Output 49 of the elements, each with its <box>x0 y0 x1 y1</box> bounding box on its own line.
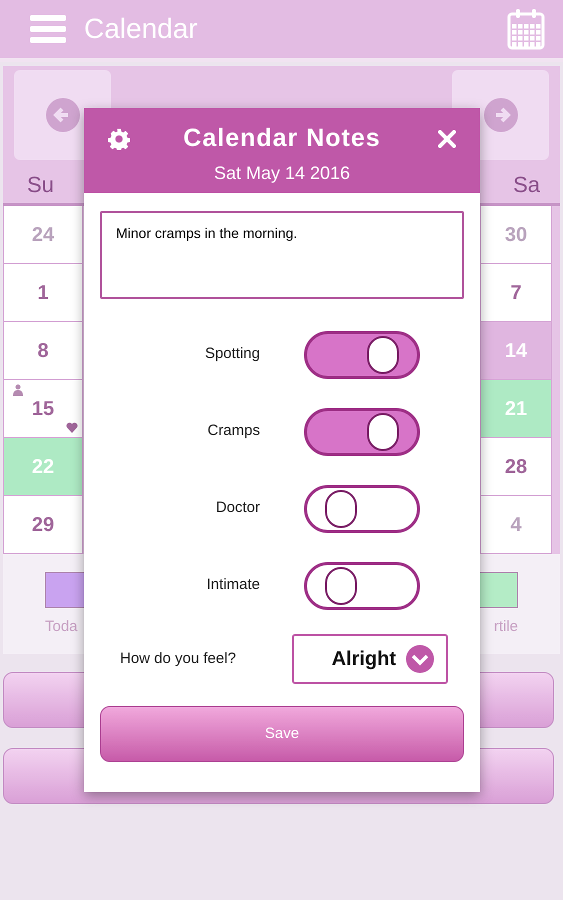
day-cell[interactable]: 1 <box>4 264 82 322</box>
day-cell[interactable]: 8 <box>4 322 82 380</box>
day-number: 15 <box>32 396 54 422</box>
heart-icon <box>66 422 78 433</box>
weekday-label: Sa <box>513 171 540 199</box>
day-number: 7 <box>510 280 522 306</box>
dialog-date: Sat May 14 2016 <box>214 162 350 185</box>
toggle-knob <box>325 566 357 604</box>
toggle-switch[interactable] <box>304 484 420 532</box>
legend-label: Toda <box>45 617 78 637</box>
day-cell[interactable]: 30 <box>481 206 551 264</box>
settings-icon[interactable] <box>108 128 130 150</box>
toggle-knob <box>367 412 399 450</box>
toggle-knob <box>325 490 357 528</box>
day-number: 21 <box>504 396 528 422</box>
toggle-switch[interactable] <box>304 408 420 456</box>
day-number: 29 <box>32 512 54 538</box>
toggle-label: Spotting <box>204 344 260 364</box>
toggle-label: Doctor <box>214 498 260 518</box>
toggle-switch[interactable] <box>304 330 420 378</box>
day-cell[interactable]: 4 <box>481 496 551 554</box>
legend-label: rtile <box>494 617 518 637</box>
toggle-label: Cramps <box>206 421 260 442</box>
day-cell[interactable]: 29 <box>4 496 82 554</box>
day-cell[interactable]: 24 <box>4 206 82 264</box>
day-cell[interactable]: 28 <box>481 438 551 496</box>
weekday-label: Su <box>27 171 54 199</box>
day-number: 4 <box>510 512 522 538</box>
day-number: 30 <box>504 222 528 248</box>
person-icon <box>12 384 24 396</box>
day-number: 22 <box>32 454 54 480</box>
header-title: Calendar <box>84 12 198 46</box>
day-number: 1 <box>37 280 49 306</box>
close-icon[interactable] <box>438 130 456 148</box>
day-number: 14 <box>504 338 528 364</box>
chevron-down-icon <box>406 645 434 673</box>
day-cell[interactable]: 15 <box>4 380 82 438</box>
note-field[interactable]: Minor cramps in the morning. <box>100 211 464 299</box>
save-button[interactable]: Save <box>100 706 464 762</box>
dialog-title: Calendar Notes <box>183 123 381 154</box>
feeling-dropdown[interactable]: Alright <box>292 634 448 684</box>
day-number: 24 <box>32 222 54 248</box>
toggle-label: Intimate <box>206 575 260 596</box>
feeling-label: How do you feel? <box>120 648 236 669</box>
day-cell[interactable]: 7 <box>481 264 551 322</box>
day-number: 28 <box>504 454 528 480</box>
day-number: 8 <box>37 338 49 364</box>
toggle-knob <box>367 336 399 374</box>
toggle-switch[interactable] <box>304 562 420 610</box>
